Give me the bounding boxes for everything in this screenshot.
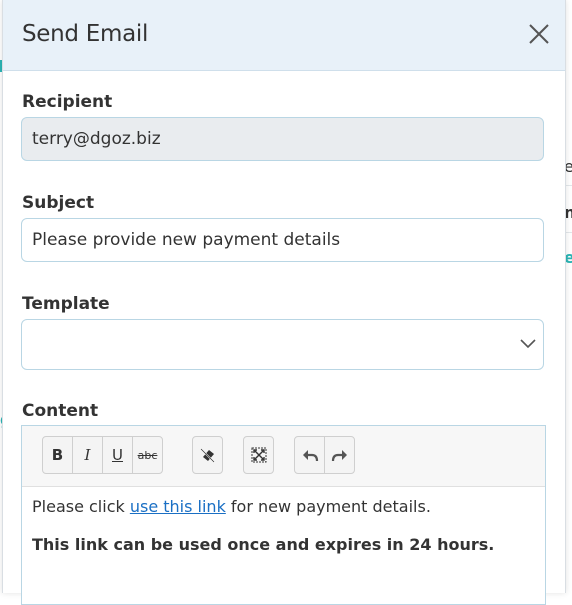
subject-label: Subject xyxy=(22,193,95,213)
strikethrough-button[interactable]: abc xyxy=(132,436,163,474)
subject-value: Please provide new payment details xyxy=(32,230,341,250)
redo-button[interactable] xyxy=(324,436,355,474)
content-line-2: This link can be used once and expires i… xyxy=(32,535,495,554)
modal-header: Send Email xyxy=(3,0,565,71)
content-label: Content xyxy=(22,401,99,421)
recipient-field: terry@dgoz.biz xyxy=(21,117,544,161)
chevron-down-icon xyxy=(520,339,536,349)
italic-button[interactable]: I xyxy=(72,436,103,474)
template-select[interactable] xyxy=(21,319,544,370)
recipient-label: Recipient xyxy=(22,92,113,112)
content-text: Please click xyxy=(32,497,130,516)
subject-input[interactable]: Please provide new payment details xyxy=(21,218,544,262)
content-text: for new payment details. xyxy=(225,497,431,516)
bold-button[interactable]: B xyxy=(42,436,73,474)
undo-icon xyxy=(302,450,318,462)
redo-icon xyxy=(331,450,347,462)
template-label: Template xyxy=(22,294,110,314)
content-line-1: Please click use this link for new payme… xyxy=(32,497,535,517)
editor-body[interactable]: Please click use this link for new payme… xyxy=(22,487,545,583)
underline-button[interactable]: U xyxy=(102,436,133,474)
modal-title: Send Email xyxy=(22,21,149,47)
close-icon xyxy=(529,24,549,44)
fullscreen-button[interactable] xyxy=(243,436,274,474)
close-button[interactable] xyxy=(527,22,551,46)
editor-toolbar: B I U abc xyxy=(22,426,545,487)
payment-link[interactable]: use this link xyxy=(130,497,226,516)
fullscreen-icon xyxy=(251,447,266,463)
undo-button[interactable] xyxy=(294,436,325,474)
content-editor[interactable]: B I U abc Please click use this link for… xyxy=(21,425,546,605)
send-email-modal: Send Email Recipient terry@dgoz.biz Subj… xyxy=(2,0,566,605)
eraser-icon xyxy=(199,448,215,463)
clear-format-button[interactable] xyxy=(192,436,223,474)
recipient-value: terry@dgoz.biz xyxy=(32,129,161,149)
